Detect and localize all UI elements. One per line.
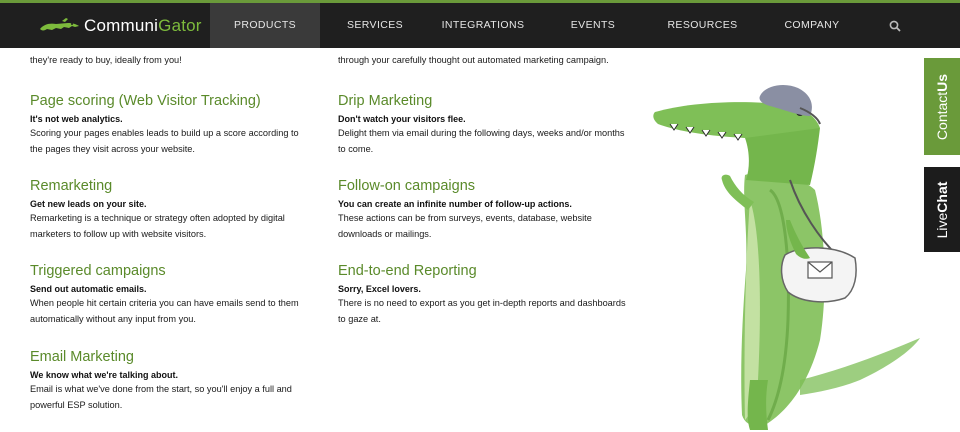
nav-resources[interactable]: RESOURCES: [660, 3, 745, 48]
feature-desc-line: There is no need to export as you get in…: [338, 298, 626, 308]
feature-lead: Sorry, Excel lovers.: [338, 284, 421, 294]
nav-integrations[interactable]: INTEGRATIONS: [433, 3, 533, 48]
feature-lead: You can create an infinite number of fol…: [338, 199, 572, 209]
gator-logo-icon: [40, 18, 79, 31]
feature-desc-line: When people hit certain criteria you can…: [30, 298, 299, 308]
feature-email-marketing: Email Marketing We know what we're talki…: [30, 349, 292, 413]
feature-desc-line: Scoring your pages enables leads to buil…: [30, 128, 299, 138]
brand-name: CommuniGator: [84, 16, 202, 35]
feature-title: End-to-end Reporting: [338, 263, 477, 279]
feature-lead: We know what we're talking about.: [30, 370, 178, 380]
feature-desc-line: automatically without any input from you…: [30, 313, 196, 324]
feature-lead: It's not web analytics.: [30, 114, 123, 124]
feature-desc-line: Email is what we've done from the start,…: [30, 384, 292, 394]
nav-products[interactable]: PRODUCTS: [210, 3, 320, 48]
partial-text-right: through your carefully thought out autom…: [338, 55, 609, 65]
feature-drip-marketing: Drip Marketing Don't watch your visitors…: [338, 93, 625, 157]
search-icon[interactable]: [886, 16, 906, 36]
feature-title: Follow-on campaigns: [338, 178, 476, 194]
live-chat-label: LiveChat: [934, 181, 950, 238]
partial-text-left: they're ready to buy, ideally from you!: [30, 55, 182, 65]
nav-services[interactable]: SERVICES: [330, 3, 420, 48]
feature-desc-line: These actions can be from surveys, event…: [338, 213, 592, 223]
contact-us-label: ContactUs: [934, 73, 950, 140]
feature-lead: Get new leads on your site.: [30, 199, 147, 209]
nav-events[interactable]: EVENTS: [553, 3, 633, 48]
feature-desc-line: to gaze at.: [338, 313, 381, 324]
feature-desc-line: marketers to follow up with website visi…: [30, 228, 207, 239]
alligator-mascot-illustration: [650, 80, 930, 432]
feature-desc-line: powerful ESP solution.: [30, 399, 123, 410]
logo[interactable]: CommuniGator: [38, 12, 202, 40]
live-chat-tab[interactable]: LiveChat: [924, 167, 960, 252]
feature-desc-line: Delight them via email during the follow…: [338, 128, 625, 138]
feature-desc-line: downloads or mailings.: [338, 228, 432, 239]
nav-company[interactable]: COMPANY: [772, 3, 852, 48]
contact-us-tab[interactable]: ContactUs: [924, 58, 960, 155]
feature-title: Page scoring (Web Visitor Tracking): [30, 93, 261, 109]
feature-title: Email Marketing: [30, 349, 134, 365]
feature-remarketing: Remarketing Get new leads on your site. …: [30, 178, 285, 242]
feature-title: Drip Marketing: [338, 93, 433, 109]
feature-page-scoring: Page scoring (Web Visitor Tracking) It's…: [30, 93, 299, 157]
feature-lead: Send out automatic emails.: [30, 284, 147, 294]
feature-title: Remarketing: [30, 178, 113, 194]
feature-end-to-end-reporting: End-to-end Reporting Sorry, Excel lovers…: [338, 263, 626, 327]
feature-triggered-campaigns: Triggered campaigns Send out automatic e…: [30, 263, 299, 327]
feature-desc-line: Remarketing is a technique or strategy o…: [30, 213, 285, 223]
feature-follow-on-campaigns: Follow-on campaigns You can create an in…: [338, 178, 592, 242]
feature-desc-line: to come.: [338, 143, 374, 154]
feature-desc-line: the pages they visit across your website…: [30, 143, 195, 154]
top-navbar: CommuniGator PRODUCTS SERVICES INTEGRATI…: [0, 3, 960, 48]
feature-lead: Don't watch your visitors flee.: [338, 114, 466, 124]
feature-title: Triggered campaigns: [30, 263, 166, 279]
